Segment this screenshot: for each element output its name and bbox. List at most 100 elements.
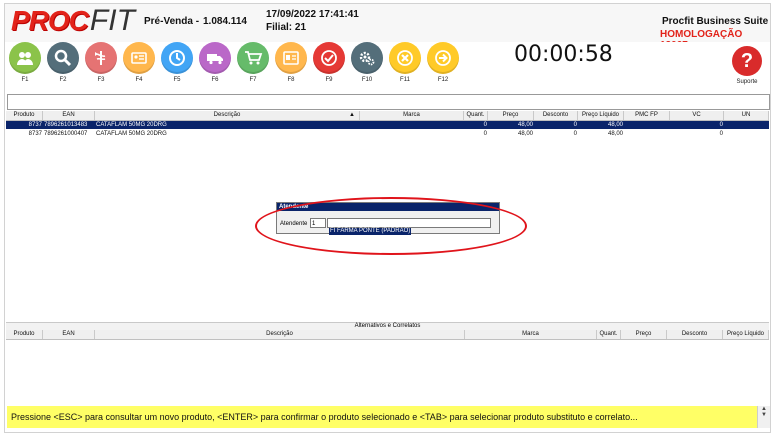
sale-number: 1.084.114 [203,16,247,27]
cell-pmc-fp [624,121,670,129]
procfit-window: PROC FIT Pré-Venda - 1.084.114 17/09/202… [4,3,771,433]
cell-desconto: 0 [573,131,577,137]
col-preco-liquido[interactable]: Preço Líquido [578,111,624,120]
cell-un [724,130,769,138]
session-timer: 00:00:58 [514,42,613,67]
col-vc[interactable]: VC [670,111,724,120]
f1-key-label: F1 [21,77,29,83]
gears-icon [351,42,383,74]
f11-button[interactable]: F11 [387,42,423,90]
cell-vc: 0 [719,122,723,128]
f5-button[interactable]: F5 [159,42,195,90]
alt-col-ean[interactable]: EAN [43,330,95,339]
alt-col-marca[interactable]: Marca [465,330,597,339]
truck-icon [199,42,231,74]
alt-col-preco-liquido[interactable]: Preço Líquido [723,330,769,339]
logo-proc-text: PROC [11,5,89,36]
f8-button[interactable]: F8 [273,42,309,90]
support-label: Suporte [736,79,758,85]
col-descricao[interactable]: Descrição ▲ [95,111,360,120]
col-quant[interactable]: Quant. [464,111,488,120]
products-grid-header: Produto EAN Descrição ▲ Marca Quant. Pre… [6,111,769,121]
sort-arrow-icon: ▲ [349,112,355,118]
search-icon [47,42,79,74]
cell-preco: 48,00 [517,131,533,137]
cell-un [724,121,769,129]
cell-quant: 0 [483,122,487,128]
alt-col-preco[interactable]: Preço [621,330,667,339]
f10-button[interactable]: F10 [349,42,385,90]
col-descricao-label: Descrição [213,112,241,118]
table-row[interactable]: 8737 7896261000407 CATAFLAM 50MG 20DRG 0… [6,130,769,138]
cell-marca [360,130,464,138]
check-icon [313,42,345,74]
support-button[interactable]: ? Suporte [727,46,767,85]
f9-button[interactable]: F9 [311,42,347,90]
cell-desconto: 0 [573,122,577,128]
alt-col-produto[interactable]: Produto [6,330,43,339]
product-search-input[interactable] [7,94,770,110]
cell-ean: 7896261013483 [44,122,88,128]
cell-quant: 0 [483,131,487,137]
users-icon [9,42,41,74]
clock-icon [161,42,193,74]
f9-key-label: F9 [325,77,333,83]
sale-label: Pré-Venda - [144,16,200,27]
alternatives-grid-header: Produto EAN Descrição Marca Quant. Preço… [6,330,769,340]
f6-button[interactable]: F6 [197,42,233,90]
cell-descricao: CATAFLAM 50MG 20DRG [96,131,167,137]
help-icon: ? [732,46,762,76]
document-icon [275,42,307,74]
cell-produto: 8737 [28,131,42,137]
f6-key-label: F6 [211,77,219,83]
branch-label: Filial: 21 [266,22,307,33]
alt-col-desconto[interactable]: Desconto [667,330,723,339]
f12-button[interactable]: F12 [425,42,461,90]
col-desconto[interactable]: Desconto [534,111,578,120]
f12-key-label: F12 [437,77,449,83]
status-message: Pressione <ESC> para consultar um novo p… [7,406,757,428]
col-un[interactable]: UN [724,111,769,120]
logo-fit-text: FIT [89,4,135,37]
cell-preco: 48,00 [517,122,533,128]
arrow-right-icon [427,42,459,74]
cell-marca [360,121,464,129]
table-row[interactable]: 8737 7896261013483 CATAFLAM 50MG 20DRG 0… [6,121,769,129]
procfit-logo: PROC FIT [11,4,135,37]
function-toolbar: F1 F2 F3 F4 F5 F6 F7 F8 F9 F10 F11 F12 [5,42,770,92]
cell-preco-liquido: 48,00 [607,131,623,137]
f10-key-label: F10 [361,77,373,83]
col-preco[interactable]: Preço [488,111,534,120]
cell-pmc-fp [624,130,670,138]
alt-col-descricao[interactable]: Descrição [95,330,465,339]
f2-key-label: F2 [59,77,67,83]
col-marca[interactable]: Marca [360,111,464,120]
f3-key-label: F3 [97,77,105,83]
f5-key-label: F5 [173,77,181,83]
datetime: 17/09/2022 17:41:41 [266,9,359,20]
f7-button[interactable]: F7 [235,42,271,90]
cancel-icon [389,42,421,74]
suite-name: Procfit Business Suite [662,16,769,27]
cell-descricao: CATAFLAM 50MG 20DRG [96,122,167,128]
f11-key-label: F11 [400,77,410,83]
cell-produto: 8737 [28,122,42,128]
f4-key-label: F4 [135,77,143,83]
cell-vc: 0 [719,131,723,137]
header-bar: PROC FIT Pré-Venda - 1.084.114 17/09/202… [5,4,770,51]
col-produto[interactable]: Produto [6,111,43,120]
highlight-ellipse [255,197,527,255]
f2-button[interactable]: F2 [45,42,81,90]
f4-button[interactable]: F4 [121,42,157,90]
col-ean[interactable]: EAN [43,111,95,120]
f1-button[interactable]: F1 [7,42,43,90]
card-icon [123,42,155,74]
f7-key-label: F7 [249,77,257,83]
alt-col-quant[interactable]: Quant. [597,330,621,339]
status-scrollbar[interactable]: ▲ ▼ [757,406,770,428]
f3-button[interactable]: F3 [83,42,119,90]
col-pmc-fp[interactable]: PMC FP [624,111,670,120]
cart-icon [237,42,269,74]
cell-preco-liquido: 48,00 [607,122,623,128]
alternatives-grid: Produto EAN Descrição Marca Quant. Preço… [6,330,769,404]
